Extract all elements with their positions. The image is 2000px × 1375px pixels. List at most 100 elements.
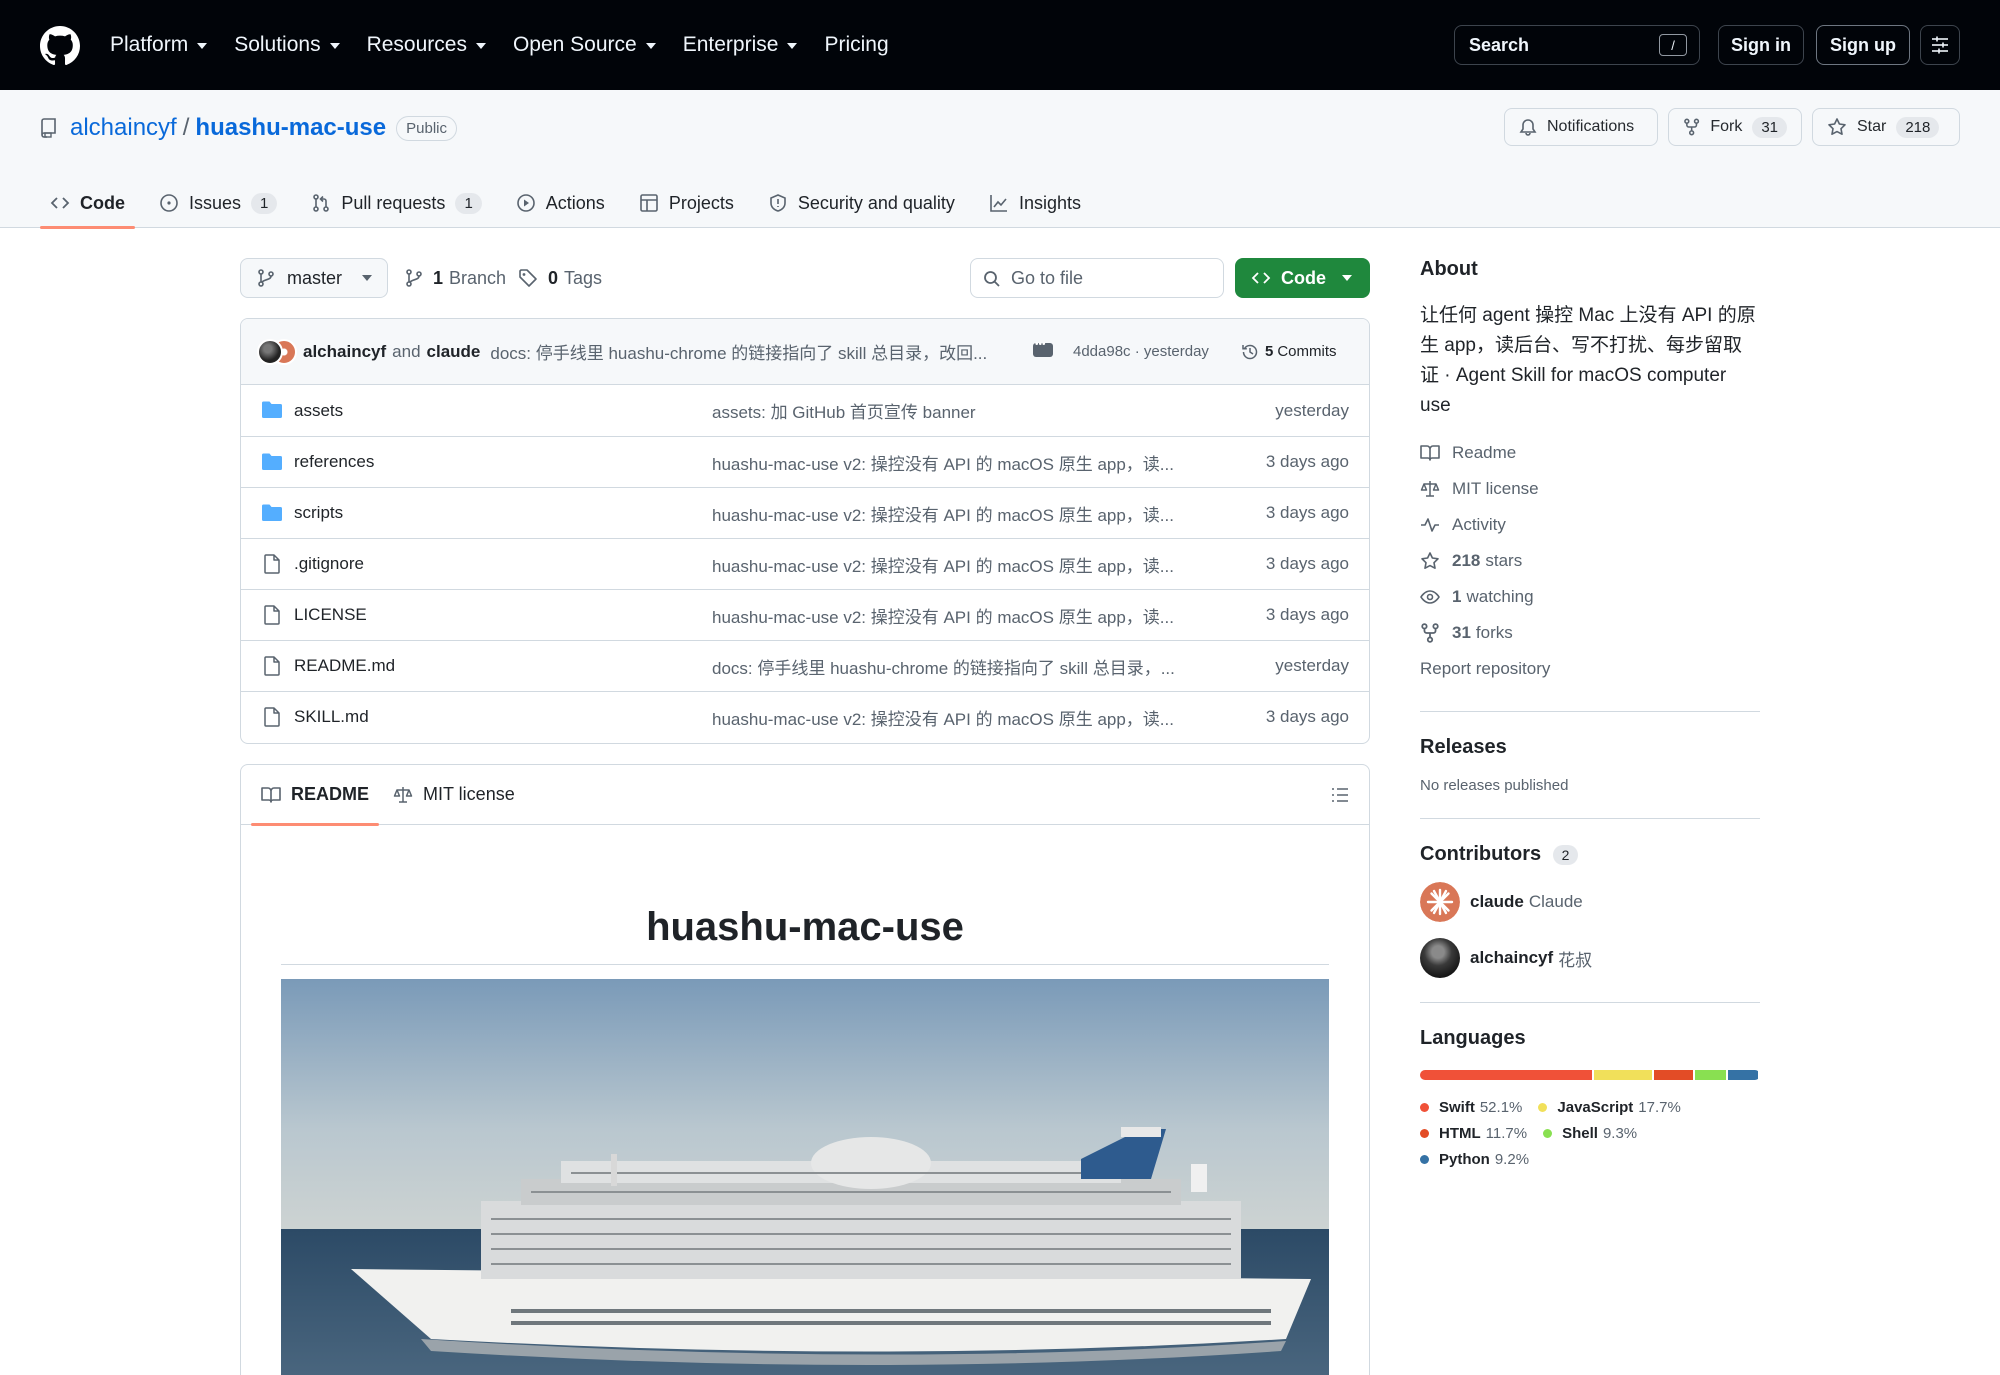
nav-resources[interactable]: Resources — [367, 33, 486, 57]
sign-in-button[interactable]: Sign in — [1718, 25, 1804, 65]
readme-link[interactable]: Readme — [1420, 435, 1760, 471]
file-commit-date: 3 days ago — [1265, 554, 1349, 573]
file-commit-date: 3 days ago — [1265, 605, 1349, 624]
go-to-file-input[interactable]: Go to file — [970, 258, 1224, 298]
chevron-down-icon — [787, 43, 798, 49]
contributor-item[interactable]: claude Claude — [1420, 882, 1760, 922]
github-logo-icon[interactable] — [40, 26, 80, 66]
branches-link[interactable]: 1 Branch — [405, 258, 506, 298]
file-name-link[interactable]: README.md — [294, 656, 395, 676]
language-item[interactable]: Python 9.2% — [1420, 1146, 1529, 1172]
avatar[interactable] — [257, 338, 283, 365]
file-commit-message-link[interactable]: assets: 加 GitHub 首页宣传 banner — [712, 398, 1198, 423]
language-item[interactable]: JavaScript 17.7% — [1538, 1094, 1681, 1120]
tab-issues[interactable]: Issues 1 — [149, 178, 287, 228]
readme-title: huashu-mac-use — [281, 905, 1329, 965]
file-commit-message-link[interactable]: huashu-mac-use v2: 操控没有 API 的 macOS 原生 a… — [712, 552, 1198, 577]
search-button[interactable]: Search / — [1454, 25, 1700, 65]
file-name-link[interactable]: SKILL.md — [294, 707, 369, 727]
file-commit-message-link[interactable]: huashu-mac-use v2: 操控没有 API 的 macOS 原生 a… — [712, 450, 1198, 475]
language-item[interactable]: Shell 9.3% — [1543, 1120, 1637, 1146]
forks-link[interactable]: 31 forks — [1420, 615, 1760, 651]
fork-button[interactable]: Fork 31 — [1668, 108, 1802, 146]
commits-history-link[interactable]: 5 Commits — [1241, 343, 1337, 361]
file-row[interactable]: scripts huashu-mac-use v2: 操控没有 API 的 mac… — [241, 487, 1369, 538]
nav-solutions[interactable]: Solutions — [234, 33, 340, 57]
file-name-link[interactable]: references — [294, 452, 374, 472]
folder-icon-wrap — [261, 400, 283, 420]
language-item[interactable]: Swift 52.1% — [1420, 1094, 1522, 1120]
file-row[interactable]: LICENSE huashu-mac-use v2: 操控没有 API 的 mac… — [241, 589, 1369, 640]
tab-code[interactable]: Code — [40, 178, 135, 229]
nav-open-source[interactable]: Open Source — [513, 33, 656, 57]
expand-commit-button[interactable] — [1033, 339, 1053, 357]
language-color-dot — [1538, 1102, 1548, 1112]
report-repository-link[interactable]: Report repository — [1420, 651, 1760, 687]
license-link[interactable]: MIT license — [1420, 471, 1760, 507]
file-icon-wrap — [261, 707, 283, 727]
code-icon — [1251, 272, 1271, 284]
file-row[interactable]: assets assets: 加 GitHub 首页宣传 banner yester… — [241, 385, 1369, 436]
nav-platform[interactable]: Platform — [110, 33, 208, 57]
book-icon — [1420, 445, 1440, 461]
releases-heading[interactable]: Releases — [1420, 736, 1760, 759]
file-name-link[interactable]: assets — [294, 401, 343, 421]
branch-selector[interactable]: master — [240, 258, 388, 298]
file-commit-message-link[interactable]: huashu-mac-use v2: 操控没有 API 的 macOS 原生 a… — [712, 501, 1198, 526]
file-name-link[interactable]: LICENSE — [294, 605, 367, 625]
languages-heading: Languages — [1420, 1027, 1526, 1049]
file-row[interactable]: references huashu-mac-use v2: 操控没有 API 的 … — [241, 436, 1369, 487]
file-commit-message-link[interactable]: docs: 停手线里 huashu-chrome 的链接指向了 skill 总目… — [712, 654, 1198, 679]
repo-name-link[interactable]: huashu-mac-use — [195, 114, 386, 142]
nav-pricing[interactable]: Pricing — [824, 33, 888, 57]
tags-link[interactable]: 0 Tags — [518, 258, 602, 298]
file-commit-message-link[interactable]: huashu-mac-use v2: 操控没有 API 的 macOS 原生 a… — [712, 603, 1198, 628]
global-header: Platform Solutions Resources Open Source… — [0, 0, 2000, 90]
history-icon — [1242, 344, 1258, 359]
tab-actions[interactable]: Actions — [506, 178, 615, 228]
tab-insights[interactable]: Insights — [979, 178, 1091, 228]
notifications-button[interactable]: Notifications — [1504, 108, 1658, 146]
commit-sha-link[interactable]: 4dda98c · yesterday — [1073, 343, 1209, 360]
sign-up-button[interactable]: Sign up — [1816, 25, 1910, 65]
about-heading: About — [1420, 258, 1478, 280]
readme-banner-image — [281, 979, 1329, 1375]
file-row[interactable]: .gitignore huashu-mac-use v2: 操控没有 API 的 … — [241, 538, 1369, 589]
file-row[interactable]: SKILL.md huashu-mac-use v2: 操控没有 API 的 ma… — [241, 691, 1369, 742]
about-links: Readme MIT license Activity 218 stars 1 wa… — [1420, 435, 1760, 687]
settings-menu-button[interactable] — [1920, 25, 1960, 65]
file-commit-date: 3 days ago — [1265, 707, 1349, 726]
language-color-dot — [1420, 1128, 1429, 1138]
commit-author-link[interactable]: claude — [427, 342, 481, 362]
star-icon — [1828, 118, 1846, 135]
tab-security[interactable]: Security and quality — [758, 178, 965, 228]
watchers-link[interactable]: 1 watching — [1420, 579, 1760, 615]
repo-owner-link[interactable]: alchaincyf — [70, 114, 177, 142]
file-name-link[interactable]: scripts — [294, 503, 343, 523]
language-bar-segment — [1694, 1070, 1726, 1080]
visibility-badge: Public — [396, 115, 457, 141]
tab-projects[interactable]: Projects — [629, 178, 744, 228]
bell-icon — [1519, 119, 1537, 136]
language-item[interactable]: HTML 11.7% — [1420, 1120, 1527, 1146]
file-commit-message-link[interactable]: huashu-mac-use v2: 操控没有 API 的 macOS 原生 a… — [712, 705, 1198, 730]
code-dropdown-button[interactable]: Code — [1235, 258, 1370, 298]
tab-pull-requests[interactable]: Pull requests 1 — [301, 178, 491, 228]
outline-list-icon[interactable] — [1331, 786, 1349, 804]
commit-author-link[interactable]: alchaincyf — [303, 342, 386, 362]
stars-link[interactable]: 218 stars — [1420, 543, 1760, 579]
tab-readme[interactable]: README — [251, 765, 380, 826]
language-color-dot — [1420, 1102, 1429, 1112]
contributors-heading[interactable]: Contributors 2 — [1420, 843, 1760, 866]
eye-icon — [1420, 590, 1440, 604]
activity-link[interactable]: Activity — [1420, 507, 1760, 543]
commit-message-link[interactable]: docs: 停手线里 huashu-chrome 的链接指向了 skill 总目… — [490, 339, 987, 364]
repo-tabs: Code Issues 1 Pull requests 1 Actions Pr… — [40, 178, 1105, 229]
file-name-link[interactable]: .gitignore — [294, 554, 364, 574]
file-row[interactable]: README.md docs: 停手线里 huashu-chrome 的链接指向了… — [241, 640, 1369, 691]
star-button[interactable]: Star 218 — [1812, 108, 1960, 146]
nav-enterprise[interactable]: Enterprise — [683, 33, 798, 57]
contributor-item[interactable]: alchaincyf 花叔 — [1420, 938, 1760, 978]
tab-license[interactable]: MIT license — [383, 765, 525, 825]
language-bar — [1420, 1070, 1760, 1080]
